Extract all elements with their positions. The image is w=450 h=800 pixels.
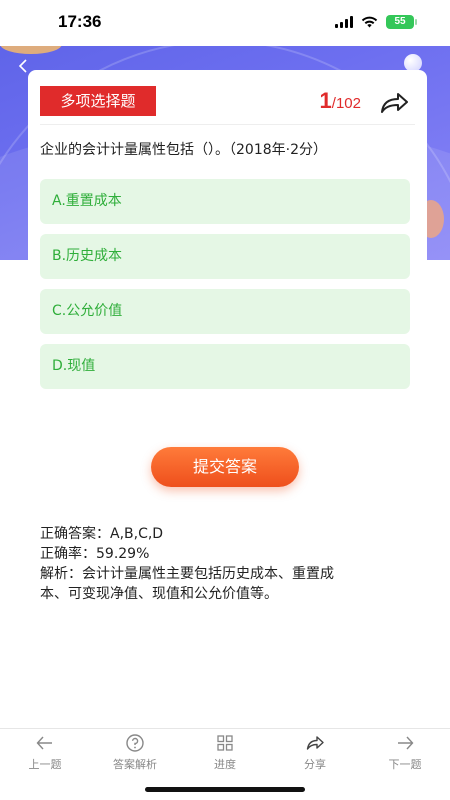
grid-icon bbox=[217, 735, 233, 751]
battery-icon: 55 bbox=[386, 15, 417, 29]
answer-result: 正确答案：A,B,C,D 正确率：59.29% 解析：会计计量属性主要包括历史成… bbox=[40, 524, 410, 604]
share-icon[interactable] bbox=[379, 92, 409, 114]
nav-progress[interactable]: 进度 bbox=[180, 729, 270, 774]
option-d[interactable]: D.现值 bbox=[40, 344, 410, 389]
status-time: 17:36 bbox=[58, 12, 102, 31]
question-total: /102 bbox=[331, 95, 361, 112]
nav-prev-label: 上一题 bbox=[28, 758, 62, 771]
back-chevron-icon[interactable] bbox=[18, 58, 28, 77]
arrow-right-icon bbox=[398, 736, 414, 750]
signal-icon bbox=[335, 16, 353, 28]
nav-next-question[interactable]: 下一题 bbox=[360, 729, 450, 774]
question-type-badge: 多项选择题 bbox=[40, 86, 156, 116]
status-bar: 17:36 55 bbox=[0, 0, 450, 46]
option-b[interactable]: B.历史成本 bbox=[40, 234, 410, 279]
question-circle-icon bbox=[126, 734, 144, 752]
card-divider bbox=[40, 124, 415, 125]
wifi-icon bbox=[361, 16, 378, 28]
nav-progress-label: 进度 bbox=[214, 758, 236, 771]
question-counter: 1/102 bbox=[320, 88, 361, 114]
option-a[interactable]: A.重置成本 bbox=[40, 179, 410, 224]
status-icons: 55 bbox=[335, 15, 417, 29]
nav-analysis-label: 答案解析 bbox=[113, 758, 157, 771]
option-c[interactable]: C.公允价值 bbox=[40, 289, 410, 334]
share-icon bbox=[306, 736, 324, 750]
question-text: 企业的会计计量属性包括（）。（2018年·2分） bbox=[40, 142, 327, 158]
submit-answer-button[interactable]: 提交答案 bbox=[151, 447, 299, 487]
home-indicator bbox=[145, 787, 305, 792]
bottom-nav: 上一题 答案解析 进度 分享 下一题 bbox=[0, 728, 450, 774]
current-question-number: 1 bbox=[319, 88, 332, 113]
nav-share-label: 分享 bbox=[304, 758, 326, 771]
nav-next-label: 下一题 bbox=[388, 758, 422, 771]
question-card: 多项选择题 1/102 企业的会计计量属性包括（）。（2018年·2分） A.重… bbox=[28, 70, 427, 507]
nav-prev-question[interactable]: 上一题 bbox=[0, 729, 90, 774]
nav-answer-analysis[interactable]: 答案解析 bbox=[90, 729, 180, 774]
accuracy-rate: 正确率：59.29% bbox=[40, 546, 150, 562]
arrow-left-icon bbox=[36, 736, 52, 750]
correct-answer: 正确答案：A,B,C,D bbox=[40, 526, 164, 542]
analysis-line-2: 本、可变现净值、现值和公允价值等。 bbox=[40, 586, 278, 602]
analysis-line-1: 解析：会计计量属性主要包括历史成本、重置成 bbox=[40, 566, 334, 582]
nav-share[interactable]: 分享 bbox=[270, 729, 360, 774]
